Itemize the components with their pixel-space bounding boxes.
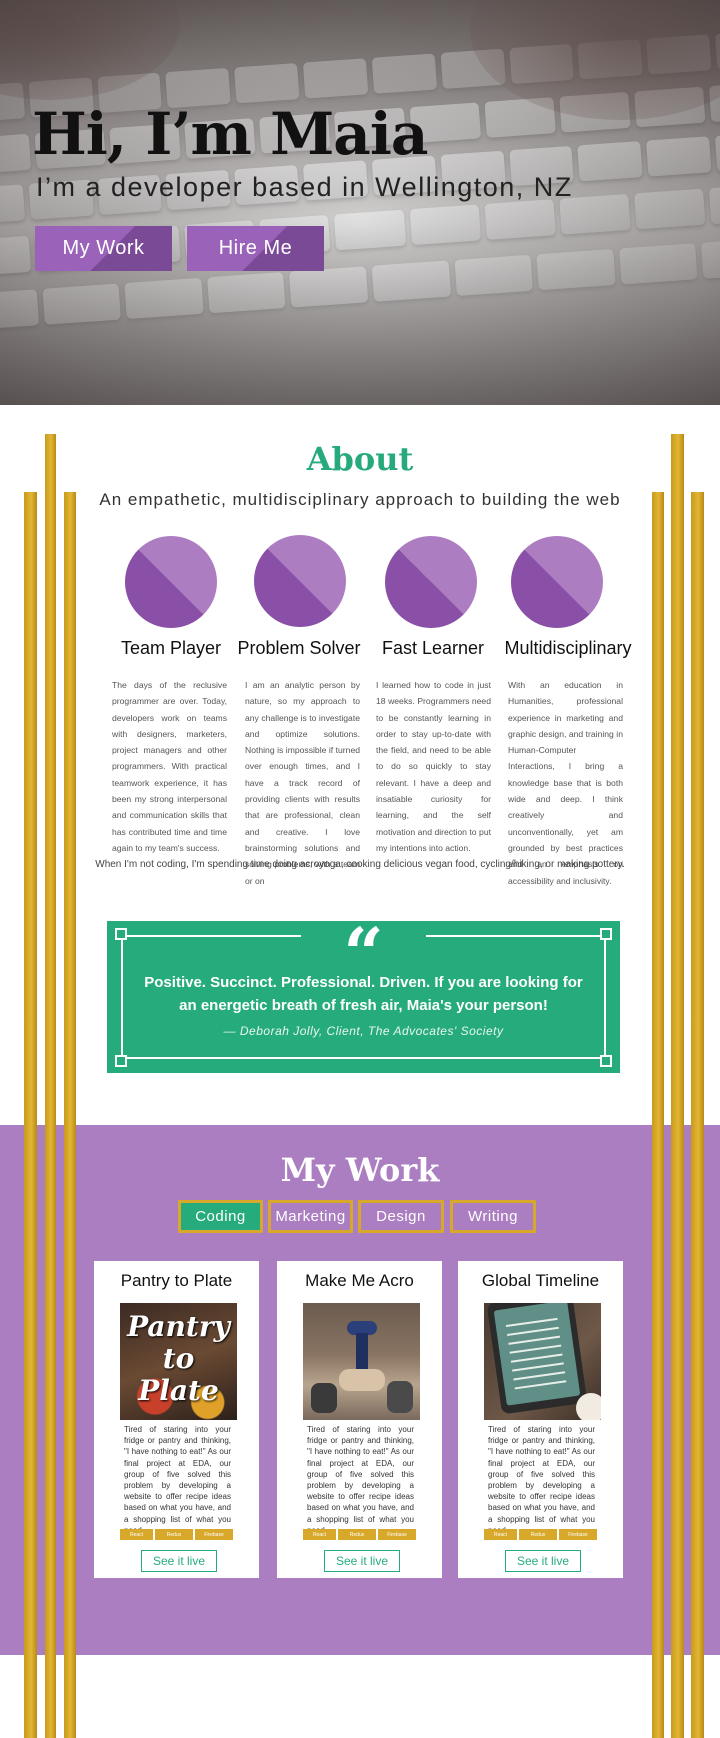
gold-pole-left-inner <box>64 1125 76 1738</box>
project-image-text: Pantry to Plate <box>127 1310 230 1407</box>
testimonial-box: “ Positive. Succinct. Professional. Driv… <box>107 919 620 1073</box>
tech-tag: React <box>484 1529 517 1540</box>
feature-title: Fast Learner <box>381 638 485 658</box>
gold-pole-right-outer <box>691 1125 704 1738</box>
tech-tag: React <box>303 1529 336 1540</box>
project-image <box>303 1303 420 1420</box>
project-card: Global Timeline Tired of staring into yo… <box>458 1261 623 1578</box>
project-description: Tired of staring into your fridge or pan… <box>488 1425 595 1535</box>
about-subtitle: An empathetic, multidisciplinary approac… <box>99 490 621 509</box>
hero-section: Hi, I’m Maia I’m a developer based in We… <box>0 0 720 405</box>
feature-title: Problem Solver <box>237 638 361 658</box>
tech-tag: Firebase <box>559 1529 597 1540</box>
acro-figure <box>356 1333 368 1373</box>
filter-marketing[interactable]: Marketing <box>268 1200 353 1233</box>
acro-figure <box>339 1369 385 1391</box>
project-image <box>484 1303 601 1420</box>
acro-figure <box>387 1381 413 1413</box>
feature-text: The days of the reclusive programmer are… <box>112 680 227 853</box>
frame-corner <box>600 1055 612 1067</box>
frame-corner <box>115 1055 127 1067</box>
filter-writing[interactable]: Writing <box>450 1200 536 1233</box>
see-it-live-button[interactable]: See it live <box>505 1550 581 1572</box>
tech-tag: Redux <box>155 1529 193 1540</box>
hobby-text: When I'm not coding, I'm spending time d… <box>95 859 625 870</box>
fast-learner-icon <box>385 536 477 628</box>
testimonial-author: — Deborah Jolly, Client, The Advocates' … <box>223 1024 504 1038</box>
tablet-screen <box>493 1303 581 1406</box>
project-card: Pantry to Plate Pantry to Plate Tired of… <box>94 1261 259 1578</box>
project-description: Tired of staring into your fridge or pan… <box>307 1425 414 1535</box>
coffee-cup <box>576 1393 601 1420</box>
quote-line: Positive. Succinct. Professional. Driven… <box>144 974 583 991</box>
acro-figure <box>311 1383 337 1413</box>
tech-tag: Redux <box>338 1529 376 1540</box>
multidisciplinary-icon <box>511 536 603 628</box>
hero-subtitle: I’m a developer based in Wellington, NZ <box>36 172 573 202</box>
gold-pole-right-inner <box>652 1125 664 1738</box>
hero-title: Hi, I’m Maia <box>32 100 429 168</box>
filter-design[interactable]: Design <box>358 1200 444 1233</box>
tech-tag: Firebase <box>195 1529 233 1540</box>
project-description: Tired of staring into your fridge or pan… <box>124 1425 231 1535</box>
project-image: Pantry to Plate <box>120 1303 237 1420</box>
see-it-live-button[interactable]: See it live <box>141 1550 217 1572</box>
tech-tags: React Redux Firebase <box>120 1529 233 1540</box>
feature-text: I learned how to code in just 18 weeks. … <box>376 680 491 853</box>
tablet-device <box>486 1303 588 1415</box>
tech-tags: React Redux Firebase <box>303 1529 416 1540</box>
tech-tag: Redux <box>519 1529 557 1540</box>
tech-tags: React Redux Firebase <box>484 1529 597 1540</box>
filter-coding[interactable]: Coding <box>178 1200 263 1233</box>
see-it-live-button[interactable]: See it live <box>324 1550 400 1572</box>
gold-pole-left-outer <box>24 1125 37 1738</box>
tech-tag: Firebase <box>378 1529 416 1540</box>
testimonial-quote: Positive. Succinct. Professional. Driven… <box>137 971 590 1017</box>
project-title: Pantry to Plate <box>120 1271 233 1290</box>
gold-pole-right-mid <box>671 1125 684 1738</box>
hire-me-button[interactable]: Hire Me <box>187 226 324 271</box>
project-title: Global Timeline <box>481 1271 600 1290</box>
feature-title: Team Player <box>120 638 222 658</box>
feature-text: I am an analytic person by nature, so my… <box>245 680 360 886</box>
about-title: About <box>306 440 414 478</box>
quote-line: an energetic breath of fresh air, Maia's… <box>179 997 548 1014</box>
tech-tag: React <box>120 1529 153 1540</box>
team-player-icon <box>125 536 217 628</box>
feature-text: With an education in Humanities, profess… <box>508 680 623 886</box>
problem-solver-icon <box>254 535 346 627</box>
my-work-button[interactable]: My Work <box>35 226 172 271</box>
gold-pole-left-mid <box>45 1125 56 1738</box>
todo-lines <box>505 1317 558 1328</box>
feature-title: Multidisciplinary <box>504 638 632 658</box>
project-card: Make Me Acro Tired of staring into your … <box>277 1261 442 1578</box>
project-title: Make Me Acro <box>305 1271 414 1290</box>
work-title: My Work <box>280 1151 440 1189</box>
